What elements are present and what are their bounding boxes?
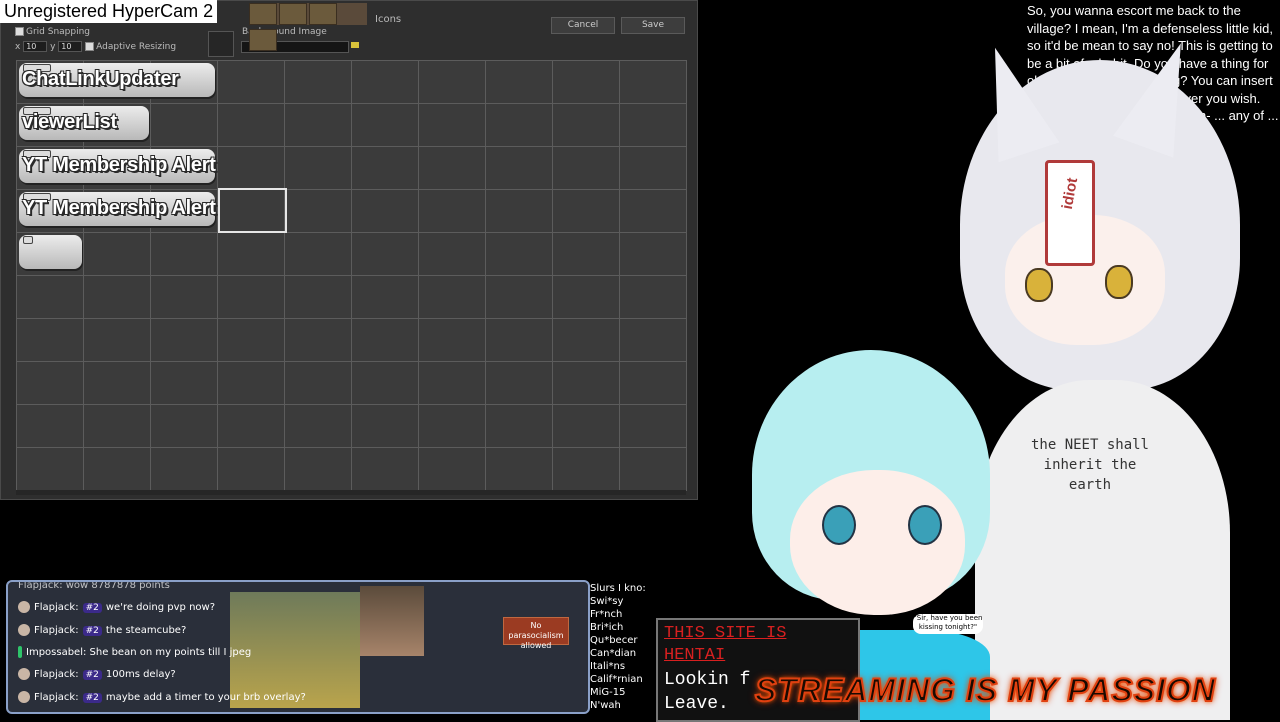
background-color-swatch[interactable] [208, 31, 234, 57]
hypercam-watermark: Unregistered HyperCam 2 [0, 0, 218, 23]
grid-x-input[interactable]: 10 [23, 41, 48, 52]
list-item: N'wah [590, 700, 621, 711]
chat-message-partial: Flapjack: wow 8787878 points [18, 580, 170, 591]
widget-tile[interactable]: ChatLinkUpdater [19, 63, 215, 97]
chat-username: Flapjack: [34, 669, 79, 680]
tile-label: YT Membership Alert [22, 154, 216, 176]
boy-eye-left [822, 505, 856, 545]
chat-message: Impossabel: She bean on my points till I… [18, 646, 251, 658]
warning-line: THIS SITE IS [664, 624, 787, 643]
x-label: x [15, 42, 21, 52]
character-image [360, 586, 424, 656]
grid-snapping-label: Grid Snapping [26, 27, 91, 37]
chat-text: we're doing pvp now? [105, 602, 216, 613]
thumbnail-image[interactable] [249, 29, 277, 51]
adaptive-resizing-label: Adaptive Resizing [96, 42, 177, 52]
chat-message: Flapjack: #2 we're doing pvp now? [18, 601, 215, 613]
chat-text: 100ms delay? [105, 669, 176, 680]
thumbnail-image[interactable] [309, 3, 337, 25]
grid-toolbar: Grid Snapping x 10 y 10 Adaptive Resizin… [15, 27, 176, 52]
tile-label: YT Membership Alert [22, 197, 216, 219]
chat-username: Impossabel: [26, 647, 87, 658]
rank-badge: #2 [82, 626, 102, 636]
grid-snapping-checkbox[interactable] [15, 27, 24, 36]
widget-tile-empty[interactable] [19, 235, 82, 269]
avatar [18, 601, 30, 613]
selected-grid-cell[interactable] [218, 188, 287, 233]
chat-username: Flapjack: [34, 602, 79, 613]
rank-badge: #2 [82, 603, 102, 613]
avatar [18, 668, 30, 680]
rank-badge: #2 [82, 670, 102, 680]
chat-overlay: Flapjack: wow 8787878 points Flapjack: #2… [6, 580, 590, 714]
list-item: Bri*ich [590, 622, 624, 633]
chat-message: Flapjack: #2 maybe add a timer to your brb… [18, 691, 306, 703]
list-item: Itali*ns [590, 661, 626, 672]
fox-eye-right [1105, 265, 1133, 299]
list-item: Slurs I kno: [590, 583, 646, 594]
tile-tag-icon [23, 236, 33, 244]
speech-bubble: "Sir, have you been kissing tonight?" [913, 614, 983, 634]
thumbnail-image[interactable] [279, 3, 307, 25]
fox-girl-shirt [975, 380, 1230, 720]
slurs-list: Slurs I kno: Swi*sy Fr*nch Bri*ich Qu*be… [590, 582, 646, 712]
widget-tile[interactable]: viewerList [19, 106, 149, 140]
warning-line: HENTAI [664, 646, 726, 665]
save-button[interactable]: Save [621, 17, 685, 34]
icons-label: Icons [375, 14, 402, 25]
list-item: Fr*nch [590, 609, 623, 620]
list-item: Qu*becer [590, 635, 638, 646]
adaptive-resizing-checkbox[interactable] [85, 42, 95, 51]
list-item: Calif*rnian [590, 674, 643, 685]
widget-tile[interactable]: YT Membership Alert [19, 192, 216, 226]
grid-y-input[interactable]: 10 [58, 41, 83, 52]
idiot-talisman: idiot [1045, 160, 1095, 266]
chat-text: maybe add a timer to your brb overlay? [105, 692, 306, 703]
folder-icon[interactable] [351, 42, 359, 48]
warning-line: Lookin f [664, 670, 751, 690]
cancel-button[interactable]: Cancel [551, 17, 615, 34]
list-item: Swi*sy [590, 596, 624, 607]
boy-eye-right [908, 505, 942, 545]
chat-text: the steamcube? [105, 625, 187, 636]
chat-message: Flapjack: #2 100ms delay? [18, 668, 176, 680]
tile-label: viewerList [22, 111, 117, 133]
chat-text: She bean on my points till I jpeg [89, 647, 252, 658]
list-item: Can*dian [590, 648, 637, 659]
icon-thumbnail-strip[interactable] [249, 3, 367, 51]
avatar [18, 624, 30, 636]
shirt-text: the NEET shall inherit the earth [1030, 437, 1149, 493]
horizontal-scrollbar[interactable] [16, 490, 686, 495]
boy-face [790, 470, 965, 615]
tile-label: ChatLinkUpdater [22, 68, 179, 90]
idiot-tag-text: idiot [1058, 176, 1082, 211]
chat-username: Flapjack: [34, 692, 79, 703]
no-parasocialism-sign: No parasocialism allowed [503, 617, 569, 650]
fox-eye-left [1025, 268, 1053, 302]
overlay-editor-window: Icons Cancel Save Grid Snapping x 10 y 1… [0, 0, 698, 500]
chat-message: Flapjack: #2 the steamcube? [18, 624, 186, 636]
avatar [18, 691, 30, 703]
thumbnail-image[interactable] [249, 3, 277, 25]
rank-badge: #2 [82, 693, 102, 703]
y-label: y [50, 42, 56, 52]
warning-line: Leave. [664, 694, 729, 714]
list-item: MiG-15 [590, 687, 626, 698]
chat-username: Flapjack: [34, 625, 79, 636]
status-icon [18, 646, 22, 658]
widget-tile[interactable]: YT Membership Alert [19, 149, 216, 183]
streaming-banner: STREAMING IS MY PASSION [754, 671, 1216, 709]
